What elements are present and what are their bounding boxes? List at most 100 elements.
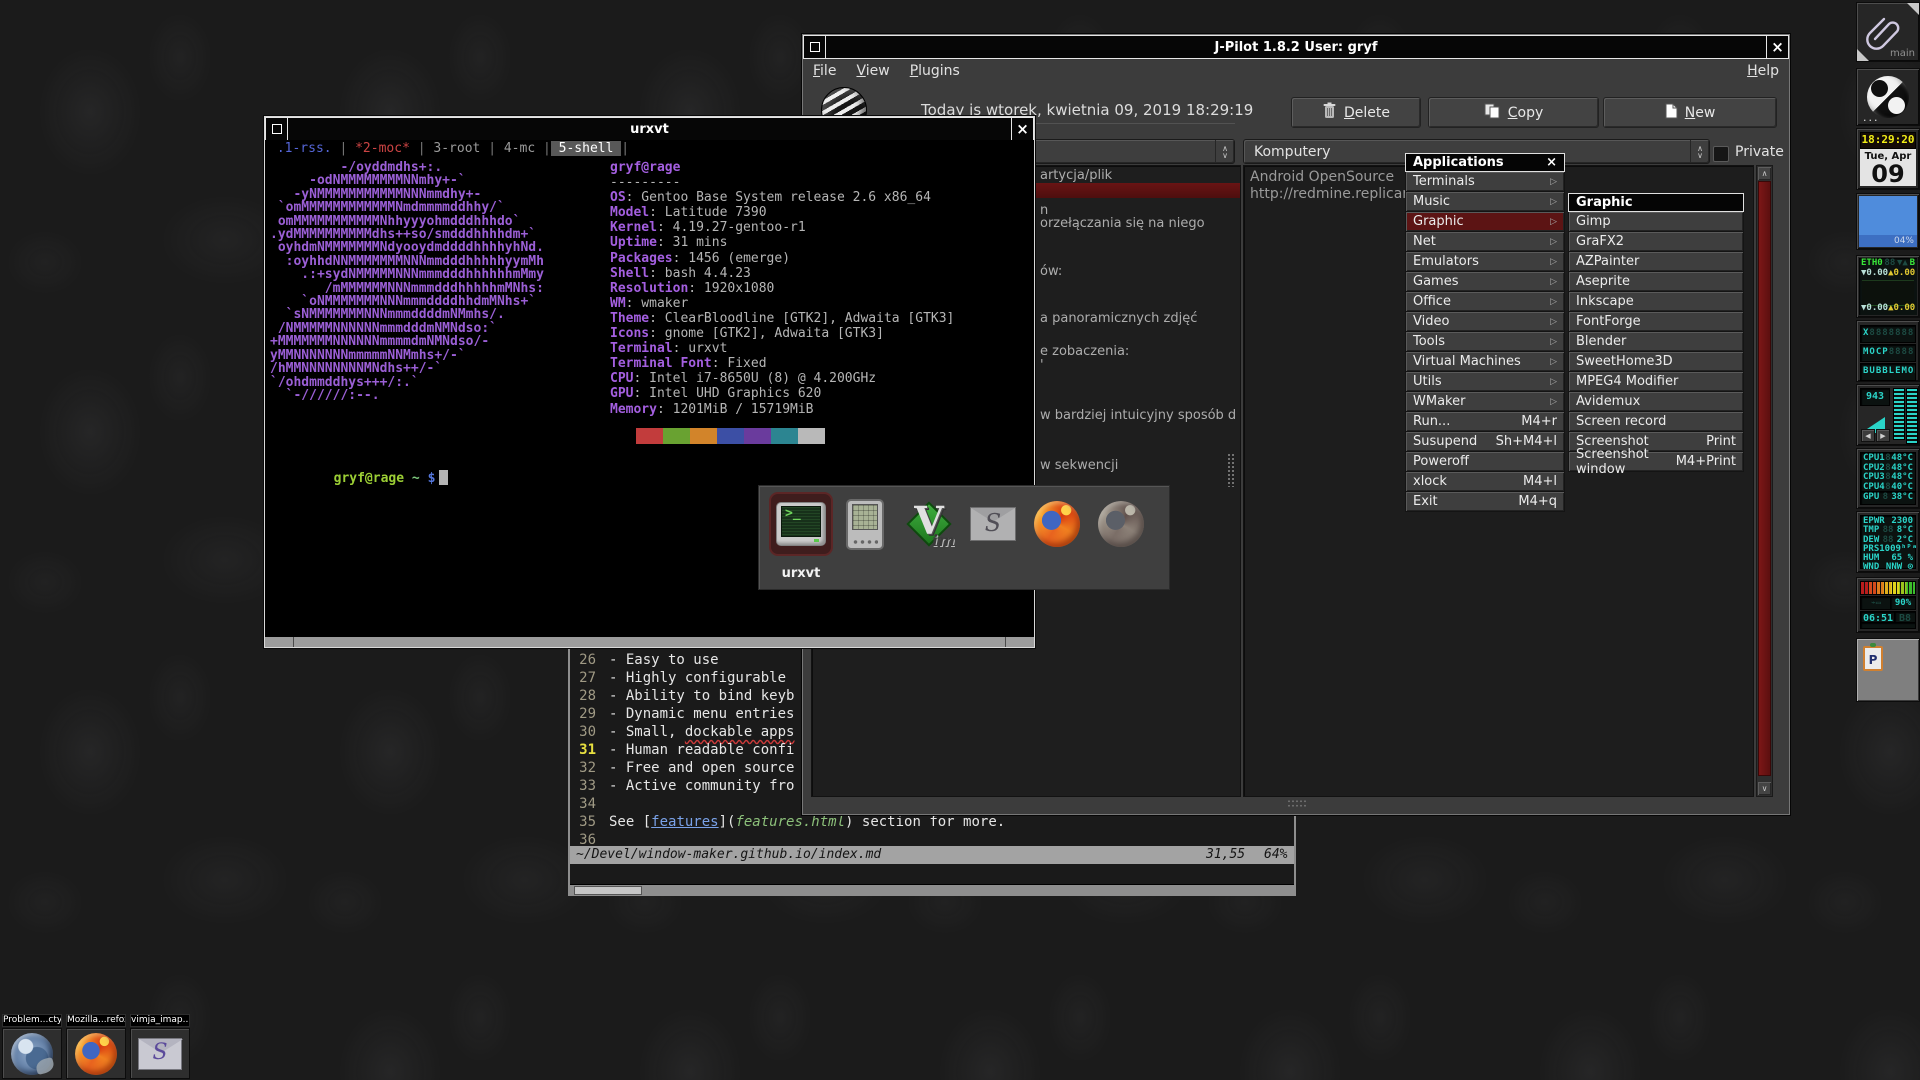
- private-checkbox[interactable]: [1713, 146, 1729, 162]
- dock-weather[interactable]: EPWR2300TMP888°CDEW882°CPRS1009ʰᴾᵃHUM65 …: [1856, 511, 1920, 573]
- switch-slot-palm-pilot-icon[interactable]: [833, 492, 897, 556]
- switch-slot-firefox-icon[interactable]: [1089, 492, 1153, 556]
- jpilot-titlebar[interactable]: J-Pilot 1.8.2 User: gryf ×: [803, 35, 1789, 59]
- switch-slot-mail-icon[interactable]: S: [961, 492, 1025, 556]
- window-resize-grip[interactable]: [1287, 799, 1307, 808]
- scrollbar-thumb[interactable]: [1758, 181, 1771, 776]
- switch-slot-vim-icon[interactable]: Vim: [897, 492, 961, 556]
- desktop: 26- Easy to use27- Highly configurable28…: [0, 0, 1920, 1080]
- menu-item-wmaker[interactable]: WMaker▷: [1405, 392, 1565, 412]
- spinner-icon[interactable]: ∧∨: [1215, 140, 1234, 163]
- scroll-down-button[interactable]: ∨: [1758, 782, 1771, 795]
- menu-item-terminals[interactable]: Terminals▷: [1405, 172, 1565, 192]
- terminal-tab[interactable]: 3-root: [426, 141, 489, 156]
- vim-cursor-position: 31,55: [1206, 846, 1245, 864]
- menu-view[interactable]: View: [846, 60, 899, 82]
- mixer-prev-button[interactable]: ◀: [1861, 429, 1875, 442]
- menu-item-net[interactable]: Net▷: [1405, 232, 1565, 252]
- menu-item-avidemux[interactable]: Avidemux: [1568, 392, 1744, 412]
- menu-item-mpeg4-modifier[interactable]: MPEG4 Modifier: [1568, 372, 1744, 392]
- menu-plugins[interactable]: Plugins: [900, 60, 970, 82]
- menu-item-sweethome3d[interactable]: SweetHome3D: [1568, 352, 1744, 372]
- dock-clock[interactable]: 18:29:20 Tue, Apr 09: [1856, 128, 1920, 190]
- menu-file[interactable]: File: [803, 60, 846, 82]
- menu-item-music[interactable]: Music▷: [1405, 192, 1565, 212]
- dock-moon-app[interactable]: ...: [1856, 68, 1920, 126]
- menu-item-exit[interactable]: ExitM4+q: [1405, 492, 1565, 512]
- menu-item-run-[interactable]: Run...M4+r: [1405, 412, 1565, 432]
- battery-gauge: [1860, 581, 1916, 595]
- menu-help[interactable]: Help: [1737, 60, 1789, 82]
- terminal-tab[interactable]: *2-moc*: [347, 141, 417, 156]
- menu-item-tools[interactable]: Tools▷: [1405, 332, 1565, 352]
- palette-swatch: [798, 428, 825, 444]
- miniwindow[interactable]: vimja_imap...S: [130, 1014, 190, 1079]
- dock-battery[interactable]: ⌁▭ 90% 06:51 B8: [1856, 577, 1920, 633]
- close-button[interactable]: ×: [1011, 118, 1033, 140]
- pane-resize-grip[interactable]: [1227, 453, 1235, 487]
- terminal-tab[interactable]: 5-shell: [551, 141, 621, 156]
- menu-item-susupend[interactable]: SusupendSh+M4+l: [1405, 432, 1565, 452]
- menu-item-screen-record[interactable]: Screen record: [1568, 412, 1744, 432]
- dock-clip[interactable]: main: [1856, 2, 1920, 62]
- menu-item-virtual-machines[interactable]: Virtual Machines▷: [1405, 352, 1565, 372]
- terminal-tab[interactable]: 4-mc: [496, 141, 543, 156]
- miniwindow[interactable]: Mozilla...refox: [66, 1014, 126, 1079]
- dock-cpu-temps[interactable]: CPU1848°CCPU2848°CCPU3848°CCPU4840°CGPU8…: [1856, 448, 1920, 509]
- copy-button[interactable]: Copy: [1428, 97, 1599, 128]
- tmux-tab-bar[interactable]: .1-rss. | *2-moc* | 3-root | 4-mc | 5-sh…: [265, 140, 1034, 158]
- miniaturize-button[interactable]: [804, 36, 826, 58]
- applications-menu-title[interactable]: Applications ×: [1405, 153, 1565, 172]
- miniwindow-tile[interactable]: [2, 1028, 62, 1079]
- menu-item-blender[interactable]: Blender: [1568, 332, 1744, 352]
- graphic-submenu-title[interactable]: Graphic: [1568, 193, 1744, 212]
- urxvt-titlebar[interactable]: urxvt ×: [265, 117, 1034, 141]
- terminal-tab[interactable]: .1-rss.: [269, 141, 339, 156]
- delete-button[interactable]: Delete: [1291, 97, 1421, 128]
- dock-pager[interactable]: 04%: [1856, 193, 1920, 250]
- palette-swatch: [717, 428, 744, 444]
- submenu-arrow-icon: ▷: [1550, 297, 1557, 307]
- dock-mixer[interactable]: 943 ◀ ▶: [1856, 384, 1920, 446]
- clock-day: 09: [1860, 162, 1916, 186]
- miniwindow-tile[interactable]: [66, 1028, 126, 1079]
- menu-item-utils[interactable]: Utils▷: [1405, 372, 1565, 392]
- menu-item-screenshot-window[interactable]: Screenshot windowM4+Print: [1568, 452, 1744, 472]
- mixer-next-button[interactable]: ▶: [1876, 429, 1890, 442]
- window-switch-panel: >_VimSurxvt: [758, 485, 1170, 590]
- menu-item-office[interactable]: Office▷: [1405, 292, 1565, 312]
- vim-horizontal-scrollbar[interactable]: [570, 884, 1294, 896]
- menu-item-fontforge[interactable]: FontForge: [1568, 312, 1744, 332]
- switch-slot-urxvt-terminal-icon[interactable]: >_: [769, 492, 833, 556]
- menu-item-grafx2[interactable]: GraFX2: [1568, 232, 1744, 252]
- close-button[interactable]: ×: [1766, 36, 1788, 58]
- miniaturize-button[interactable]: [266, 118, 288, 140]
- menu-item-video[interactable]: Video▷: [1405, 312, 1565, 332]
- scrollbar-thumb[interactable]: [574, 886, 642, 895]
- vertical-scrollbar[interactable]: ∧ ∨: [1756, 165, 1773, 797]
- dock-mocp-monitor[interactable]: X88888888MOCP88888BUBBLEMON: [1856, 320, 1920, 382]
- new-button[interactable]: New: [1603, 97, 1777, 128]
- menu-close-icon[interactable]: ×: [1546, 155, 1557, 170]
- close-icon: ×: [1016, 122, 1029, 137]
- switch-slot-firefox-icon[interactable]: [1025, 492, 1089, 556]
- menu-item-aseprite[interactable]: Aseprite: [1568, 272, 1744, 292]
- menu-item-games[interactable]: Games▷: [1405, 272, 1565, 292]
- dock-network-monitor[interactable]: ETH088▼▲B ▼0.00▲0.00 ▼0.00▲0.00: [1856, 255, 1920, 318]
- menu-item-xlock[interactable]: xlockM4+l: [1405, 472, 1565, 492]
- window-resizebar[interactable]: [265, 636, 1034, 647]
- menu-item-gimp[interactable]: Gimp: [1568, 212, 1744, 232]
- spinner-icon[interactable]: ∧∨: [1690, 140, 1709, 163]
- dock-pinboard[interactable]: P: [1856, 638, 1920, 702]
- scroll-up-button[interactable]: ∧: [1758, 167, 1771, 180]
- menu-item-emulators[interactable]: Emulators▷: [1405, 252, 1565, 272]
- miniwindow-tile[interactable]: S: [130, 1028, 190, 1079]
- submenu-arrow-icon: ▷: [1550, 397, 1557, 407]
- miniwindow[interactable]: Problem...ctyl: [2, 1014, 62, 1079]
- menu-item-azpainter[interactable]: AZPainter: [1568, 252, 1744, 272]
- lcd-row: MOCP88888: [1860, 344, 1916, 362]
- menu-item-graphic[interactable]: Graphic▷: [1405, 212, 1565, 232]
- menu-item-inkscape[interactable]: Inkscape: [1568, 292, 1744, 312]
- jpilot-menubar: FileViewPlugins Help: [803, 58, 1789, 84]
- menu-item-poweroff[interactable]: Poweroff: [1405, 452, 1565, 472]
